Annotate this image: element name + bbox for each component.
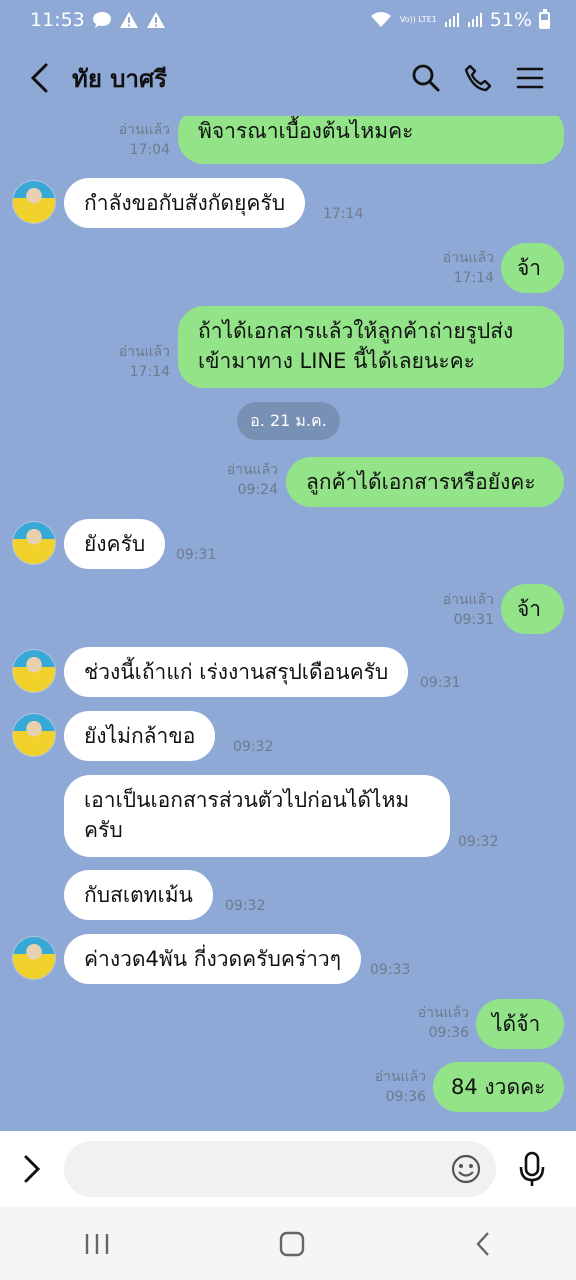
message-bubble[interactable]: ถ้าได้เอกสารแล้วให้ลูกค้าถ่ายรูปส่ง เข้า…	[178, 306, 564, 388]
contact-avatar[interactable]	[12, 521, 56, 565]
message-meta: อ่านแล้ว 09:24	[226, 462, 278, 498]
phone-icon	[464, 64, 492, 92]
message-list[interactable]: อ่านแล้ว 17:04 พิจารณาเบื้องต้นไหมคะ กำลั…	[0, 116, 576, 1131]
message-time: 17:14	[323, 206, 364, 222]
back-icon[interactable]	[473, 1230, 493, 1258]
message-bubble[interactable]: ได้จ้า	[476, 999, 564, 1049]
message-meta: อ่านแล้ว 09:36	[417, 1005, 469, 1041]
call-button[interactable]	[452, 56, 504, 100]
date-separator: อ. 21 ม.ค.	[237, 402, 340, 440]
chevron-right-icon	[24, 1155, 41, 1183]
message-time: 09:31	[176, 547, 217, 563]
message-time: 09:31	[420, 675, 461, 691]
message-bubble[interactable]: ลูกค้าได้เอกสารหรือยังคะ	[286, 457, 564, 507]
lte-icon: Vo)) LTE1	[399, 15, 437, 24]
status-time: 11:53	[30, 9, 85, 31]
message-meta: อ่านแล้ว 09:31	[442, 592, 494, 628]
recent-apps-icon[interactable]	[83, 1232, 111, 1256]
message-time: 09:32	[233, 739, 274, 755]
emoji-icon[interactable]	[450, 1153, 482, 1185]
menu-button[interactable]	[504, 56, 556, 100]
message-bubble[interactable]: ยังไม่กล้าขอ	[64, 711, 216, 761]
system-navigation-bar	[0, 1207, 576, 1280]
microphone-icon	[519, 1151, 545, 1186]
message-bubble[interactable]: ยังครับ	[64, 519, 166, 569]
message-time: 09:32	[225, 898, 266, 914]
warning-icon	[146, 11, 166, 29]
message-bubble[interactable]: 84 งวดคะ	[433, 1062, 564, 1112]
message-meta: อ่านแล้ว 09:36	[374, 1069, 426, 1105]
back-arrow-icon	[30, 63, 48, 93]
message-bubble[interactable]: กับสเตทเม้น	[64, 870, 213, 920]
message-bubble[interactable]: กำลังขอกับสังกัดยุครับ	[64, 178, 306, 228]
chat-title: ทัย บาศรี	[72, 64, 168, 93]
contact-avatar[interactable]	[12, 936, 56, 980]
message-bubble[interactable]: เอาเป็นเอกสารส่วนตัวไปก่อนได้ไหม ครับ	[64, 775, 450, 857]
message-bubble[interactable]: ค่างวด4พัน กี่งวดครับคร่าวๆ	[64, 934, 362, 984]
contact-avatar[interactable]	[12, 649, 56, 693]
message-meta: อ่านแล้ว 17:14	[442, 250, 494, 286]
voice-button[interactable]	[516, 1149, 548, 1189]
menu-icon	[516, 67, 544, 89]
search-button[interactable]	[400, 56, 452, 100]
warning-icon	[119, 11, 139, 29]
home-icon[interactable]	[278, 1230, 306, 1258]
message-bubble[interactable]: ช่วงนี้เถ้าแก่ เร่งงานสรุปเดือนครับ	[64, 647, 409, 697]
chat-header: ทัย บาศรี	[0, 40, 576, 116]
contact-avatar[interactable]	[12, 180, 56, 224]
signal-icon	[444, 12, 460, 28]
back-button[interactable]	[20, 58, 60, 98]
message-bubble[interactable]: จ้า	[501, 584, 564, 634]
wifi-icon	[369, 11, 393, 29]
status-bar: 11:53 Vo)) LTE1 51%	[0, 0, 576, 40]
message-notification-icon	[92, 11, 112, 29]
signal-icon	[467, 12, 483, 28]
message-meta: อ่านแล้ว 17:04	[118, 122, 170, 158]
message-meta: อ่านแล้ว 17:14	[118, 344, 170, 380]
message-input-bar	[0, 1131, 576, 1207]
message-bubble[interactable]: พิจารณาเบื้องต้นไหมคะ	[178, 116, 564, 164]
message-time: 09:32	[458, 834, 499, 850]
battery-icon	[539, 8, 550, 29]
contact-avatar[interactable]	[12, 713, 56, 757]
expand-button[interactable]	[18, 1149, 46, 1189]
battery-percent: 51%	[489, 9, 532, 31]
search-icon	[412, 64, 440, 92]
message-bubble[interactable]: จ้า	[501, 243, 564, 293]
message-time: 09:33	[370, 962, 411, 978]
message-input[interactable]	[64, 1141, 496, 1197]
